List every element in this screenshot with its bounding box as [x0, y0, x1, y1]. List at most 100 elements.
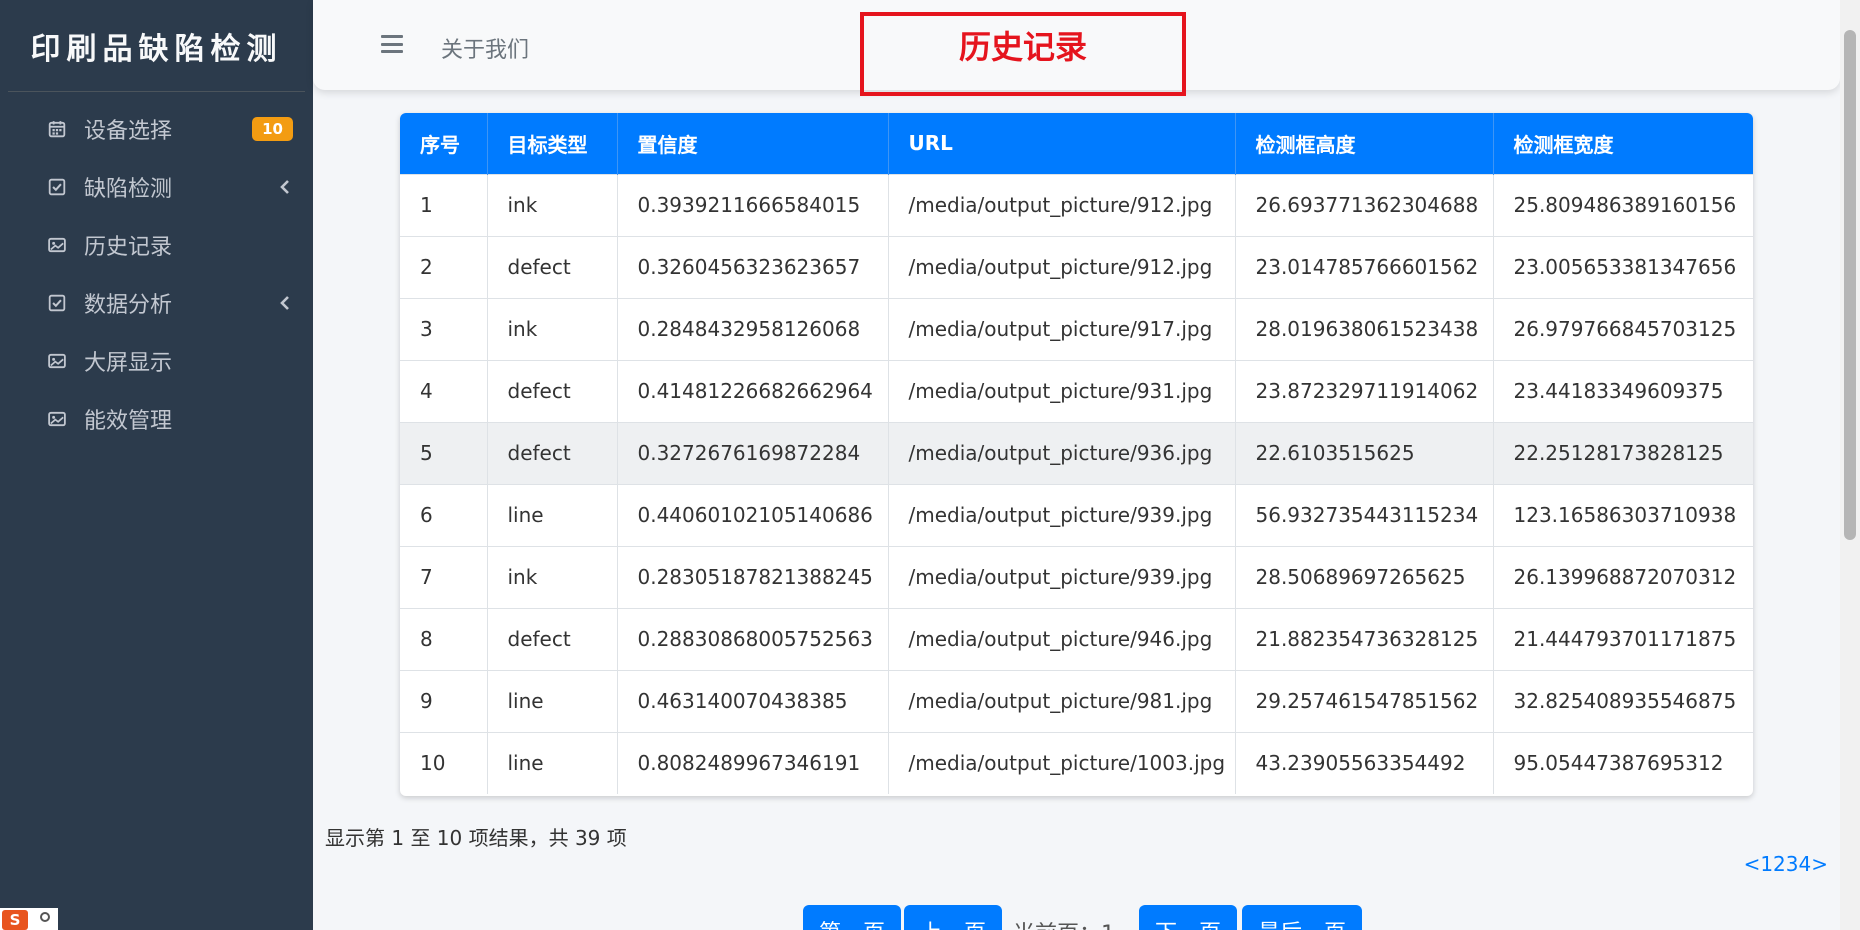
- cell-url: /media/output_picture/912.jpg: [888, 235, 1236, 298]
- cell-target-type: defect: [487, 421, 618, 484]
- cell-url: /media/output_picture/946.jpg: [888, 607, 1236, 670]
- cell-url: /media/output_picture/931.jpg: [888, 359, 1236, 422]
- sidebar-item-defect-detection[interactable]: 缺陷检测: [0, 158, 313, 216]
- sidebar-item-label: 缺陷检测: [84, 177, 173, 202]
- sidebar-item-big-screen[interactable]: 大屏显示: [0, 332, 313, 390]
- prev-page-button[interactable]: 上一页: [904, 905, 1003, 930]
- table-row: 5 defect 0.3272676169872284/media/output_p…: [400, 421, 1753, 484]
- cell-index: 8: [400, 607, 488, 670]
- sogou-icon: S: [2, 910, 28, 930]
- sidebar-item-label: 能效管理: [84, 409, 173, 434]
- checkbox-icon: [46, 292, 68, 314]
- history-table: 序号 目标类型 置信度 URL 检测框高度 检测框宽度 1 ink 0.393921…: [400, 113, 1753, 794]
- image-icon: [46, 234, 68, 256]
- cell-target-type: line: [487, 669, 618, 732]
- page-scrollbar[interactable]: [1840, 0, 1860, 930]
- chevron-left-icon: [280, 296, 289, 310]
- image-icon: [46, 350, 68, 372]
- history-table-card: 序号 目标类型 置信度 URL 检测框高度 检测框宽度 1 ink 0.393921…: [400, 113, 1753, 796]
- cell-box-width: 26.979766845703125: [1493, 297, 1753, 360]
- cell-index: 2: [400, 235, 488, 298]
- cell-box-width: 25.809486389160156: [1493, 173, 1753, 236]
- table-row: 1 ink 0.3939211666584015/media/output_pict…: [400, 173, 1753, 236]
- cell-index: 6: [400, 483, 488, 546]
- cell-confidence: 0.3272676169872284: [617, 421, 889, 484]
- cell-index: 9: [400, 669, 488, 732]
- cell-url: /media/output_picture/1003.jpg: [888, 731, 1236, 794]
- input-method-tray[interactable]: S: [0, 908, 58, 930]
- sidebar-item-data-analysis[interactable]: 数据分析: [0, 274, 313, 332]
- table-row: 4 defect 0.41481226682662964/media/output_…: [400, 359, 1753, 422]
- cell-confidence: 0.2848432958126068: [617, 297, 889, 360]
- image-icon: [46, 408, 68, 430]
- cell-confidence: 0.28305187821388245: [617, 545, 889, 608]
- status-dot-icon: [40, 912, 50, 922]
- first-page-button[interactable]: 第一页: [803, 905, 902, 930]
- sidebar-item-energy-management[interactable]: 能效管理: [0, 390, 313, 448]
- cell-box-height: 28.50689697265625: [1235, 545, 1494, 608]
- sidebar-item-label: 数据分析: [84, 293, 173, 318]
- cell-box-height: 28.019638061523438: [1235, 297, 1494, 360]
- scrollbar-thumb[interactable]: [1844, 30, 1856, 540]
- sidebar: 印刷品缺陷检测 设备选择 10 缺陷检测 历史记录 数据分析 大屏显示 能效管理: [0, 0, 313, 930]
- cell-confidence: 0.3260456323623657: [617, 235, 889, 298]
- cell-url: /media/output_picture/936.jpg: [888, 421, 1236, 484]
- cell-url: /media/output_picture/939.jpg: [888, 545, 1236, 608]
- count-badge: 10: [252, 117, 293, 141]
- table-row: 8 defect 0.28830868005752563/media/output_…: [400, 607, 1753, 670]
- page-number-links[interactable]: <1234>: [1744, 852, 1828, 876]
- sidebar-item-device-select[interactable]: 设备选择 10: [0, 100, 313, 158]
- table-row: 10 line 0.8082489967346191/media/output_pi…: [400, 731, 1753, 794]
- cell-target-type: ink: [487, 545, 618, 608]
- cell-index: 3: [400, 297, 488, 360]
- cell-confidence: 0.8082489967346191: [617, 731, 889, 794]
- last-page-button[interactable]: 最后一页: [1242, 905, 1363, 930]
- cell-target-type: line: [487, 731, 618, 794]
- cell-box-height: 43.23905563354492: [1235, 731, 1494, 794]
- cell-box-height: 21.882354736328125: [1235, 607, 1494, 670]
- calendar-icon: [46, 118, 68, 140]
- cell-confidence: 0.41481226682662964: [617, 359, 889, 422]
- cell-box-height: 22.6103515625: [1235, 421, 1494, 484]
- cell-index: 1: [400, 173, 488, 236]
- cell-target-type: defect: [487, 235, 618, 298]
- result-info: 显示第 1 至 10 项结果，共 39 项: [325, 826, 627, 850]
- cell-target-type: ink: [487, 297, 618, 360]
- column-header-confidence: 置信度: [617, 113, 889, 174]
- brand-title: 印刷品缺陷检测: [30, 31, 283, 67]
- table-header-row: 序号 目标类型 置信度 URL 检测框高度 检测框宽度: [400, 113, 1753, 174]
- menu-icon[interactable]: [381, 35, 403, 53]
- cell-target-type: line: [487, 483, 618, 546]
- cell-box-width: 22.25128173828125: [1493, 421, 1753, 484]
- column-header-url: URL: [888, 113, 1236, 174]
- cell-url: /media/output_picture/981.jpg: [888, 669, 1236, 732]
- top-navbar: 关于我们 历史记录: [313, 0, 1840, 96]
- cell-box-width: 123.16586303710938: [1493, 483, 1753, 546]
- cell-box-height: 29.257461547851562: [1235, 669, 1494, 732]
- cell-confidence: 0.44060102105140686: [617, 483, 889, 546]
- cell-box-width: 26.139968872070312: [1493, 545, 1753, 608]
- cell-box-height: 56.932735443115234: [1235, 483, 1494, 546]
- cell-box-width: 23.005653381347656: [1493, 235, 1753, 298]
- cell-box-width: 32.825408935546875: [1493, 669, 1753, 732]
- sidebar-item-label: 大屏显示: [84, 351, 173, 376]
- sidebar-item-label: 历史记录: [84, 235, 173, 260]
- page-title: 历史记录: [958, 28, 1087, 66]
- about-us-link[interactable]: 关于我们: [441, 32, 529, 64]
- sidebar-item-history[interactable]: 历史记录: [0, 216, 313, 274]
- table-row: 2 defect 0.3260456323623657/media/output_p…: [400, 235, 1753, 298]
- cell-confidence: 0.28830868005752563: [617, 607, 889, 670]
- next-page-button[interactable]: 下一页: [1139, 905, 1238, 930]
- cell-box-width: 23.44183349609375: [1493, 359, 1753, 422]
- table-row: 6 line 0.44060102105140686/media/output_pi…: [400, 483, 1753, 546]
- column-header-box-width: 检测框宽度: [1493, 113, 1753, 174]
- cell-target-type: defect: [487, 359, 618, 422]
- brand: 印刷品缺陷检测: [8, 0, 305, 92]
- cell-url: /media/output_picture/939.jpg: [888, 483, 1236, 546]
- current-page: 当前页：1: [1013, 916, 1115, 930]
- checkbox-icon: [46, 176, 68, 198]
- sidebar-nav: 设备选择 10 缺陷检测 历史记录 数据分析 大屏显示 能效管理: [0, 92, 313, 448]
- cell-target-type: ink: [487, 173, 618, 236]
- cell-box-width: 95.05447387695312: [1493, 731, 1753, 794]
- cell-confidence: 0.3939211666584015: [617, 173, 889, 236]
